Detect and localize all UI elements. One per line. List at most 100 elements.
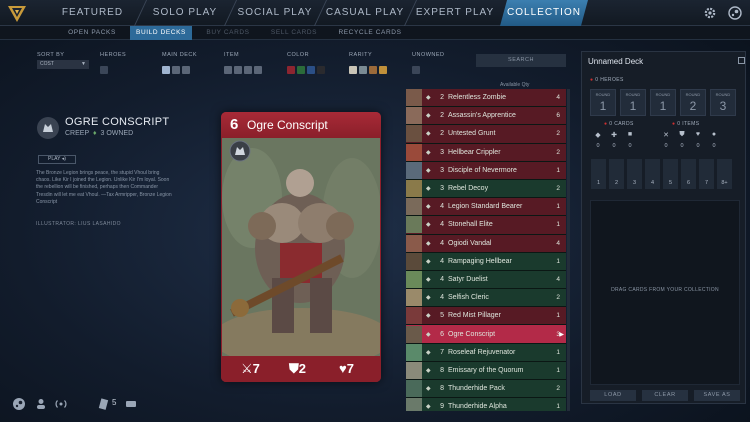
- card-thumbnail: [406, 270, 422, 288]
- row-card-name: Assassin's Apprentice: [448, 112, 516, 120]
- subnav-open-packs[interactable]: OPEN PACKS: [62, 26, 122, 40]
- card-type-icon: ◆: [426, 276, 431, 283]
- black-color-filter[interactable]: [317, 66, 325, 74]
- sort-value: COST: [40, 61, 54, 67]
- nav-solo-play[interactable]: SOLO PLAY: [145, 0, 225, 26]
- item-filter-label: ITEM: [224, 52, 240, 58]
- card-list-row[interactable]: ◆ 9 Thunderhide Alpha 1: [406, 398, 566, 411]
- card-list-row[interactable]: ◆ 4 Satyr Duelist 4: [406, 270, 566, 290]
- card-thumbnail: [406, 343, 422, 361]
- card-list-row[interactable]: ◆ 6 Ogre Conscript 3 ▶: [406, 325, 566, 344]
- card-list-row[interactable]: ◆ 3 Hellbear Crippler 2: [406, 143, 566, 162]
- blue-color-filter[interactable]: [307, 66, 315, 74]
- card-lore: The Bronze Legion brings peace, the stup…: [36, 170, 172, 205]
- card-thumbnail: [406, 398, 422, 411]
- card-list-row[interactable]: ◆ 4 Rampaging Hellbear 1: [406, 252, 566, 271]
- subnav-buy-cards[interactable]: BUY CARDS: [198, 26, 258, 40]
- row-mana-cost: 6: [440, 330, 444, 338]
- copy-icon[interactable]: [738, 57, 745, 64]
- clear-button[interactable]: CLEAR: [642, 390, 688, 401]
- sort-dropdown[interactable]: COST ▼: [37, 60, 89, 69]
- card-list-row[interactable]: ◆ 4 Legion Standard Bearer 1: [406, 198, 566, 217]
- red-color-filter[interactable]: [287, 66, 295, 74]
- subnav-sell-cards[interactable]: SELL CARDS: [264, 26, 324, 40]
- deck-title[interactable]: Unnamed Deck: [588, 57, 643, 66]
- consumable-filter-icon[interactable]: [254, 66, 262, 74]
- uncommon-rarity-filter[interactable]: [369, 66, 377, 74]
- gear-icon[interactable]: [703, 6, 717, 20]
- round-slot[interactable]: ROUND 1: [620, 89, 646, 116]
- card-thumbnail: [406, 161, 422, 179]
- nav-social-play[interactable]: SOCIAL PLAY: [235, 0, 315, 26]
- common-rarity-filter[interactable]: [359, 66, 367, 74]
- search-input[interactable]: SEARCH: [476, 54, 566, 67]
- card-list-row[interactable]: ◆ 8 Thunderhide Pack 2: [406, 380, 566, 399]
- card-header: 6 Ogre Conscript: [221, 112, 381, 138]
- card-list-row[interactable]: ◆ 8 Emissary of the Quorum 1: [406, 361, 566, 380]
- play-voice-button[interactable]: PLAY ◂): [38, 155, 76, 164]
- card-type-icon: ◆: [426, 349, 431, 356]
- hero-filter-toggle[interactable]: [100, 66, 108, 74]
- card-list-row[interactable]: ◆ 4 Stonehall Elite 1: [406, 216, 566, 235]
- row-available-qty: 3: [556, 330, 560, 338]
- card-list-row[interactable]: ◆ 5 Red Mist Pillager 1: [406, 307, 566, 326]
- round-label: ROUND: [715, 92, 731, 97]
- friends-icon[interactable]: [34, 397, 48, 411]
- subnav-build-decks[interactable]: BUILD DECKS: [130, 26, 192, 40]
- nav-expert-play[interactable]: EXPERT PLAY: [415, 0, 495, 26]
- steam-icon[interactable]: [12, 397, 26, 411]
- card-list-row[interactable]: ◆ 4 Ogiodi Vandal 4: [406, 234, 566, 253]
- steam-icon[interactable]: [728, 6, 742, 20]
- accessory-filter-icon[interactable]: [244, 66, 252, 74]
- weapon-count: 0: [664, 143, 668, 149]
- heart-icon: ♥: [339, 361, 347, 376]
- card-packs-icon[interactable]: [96, 397, 110, 411]
- improvement-count-icon: ■: [627, 131, 633, 138]
- card-thumbnail: [406, 143, 422, 161]
- round-slot[interactable]: ROUND 3: [710, 89, 736, 116]
- card-list-row[interactable]: ◆ 3 Disciple of Nevermore 1: [406, 161, 566, 180]
- deck-drop-area[interactable]: DRAG CARDS FROM YOUR COLLECTION: [590, 200, 740, 385]
- weapon-filter-icon[interactable]: [224, 66, 232, 74]
- nav-collection[interactable]: COLLECTION: [500, 0, 588, 26]
- card-list-row[interactable]: ◆ 4 Selfish Cleric 2: [406, 289, 566, 308]
- improvement-filter-icon[interactable]: [182, 66, 190, 74]
- round-number: 1: [659, 99, 667, 113]
- main-deck-filter: [162, 61, 192, 74]
- round-slot[interactable]: ROUND 1: [590, 89, 616, 116]
- subnav-recycle-cards[interactable]: RECYCLE CARDS: [332, 26, 408, 40]
- artifact-logo-icon[interactable]: [6, 2, 28, 24]
- card-list-row[interactable]: ◆ 2 Relentless Zombie 4: [406, 89, 566, 108]
- consumable-count-icon: ●: [711, 131, 717, 138]
- row-available-qty: 4: [556, 239, 560, 247]
- card-list-scrollbar[interactable]: [567, 89, 570, 411]
- mana-cost-label: 3: [632, 180, 637, 186]
- rare-rarity-filter[interactable]: [379, 66, 387, 74]
- green-color-filter[interactable]: [297, 66, 305, 74]
- card-type-icon: ◆: [426, 367, 431, 374]
- alert-icon: ●: [604, 121, 608, 127]
- card-list-row[interactable]: ◆ 2 Assassin's Apprentice 6: [406, 107, 566, 126]
- color-filter-label: COLOR: [287, 52, 310, 58]
- basic-rarity-filter[interactable]: [349, 66, 357, 74]
- save-as-button[interactable]: SAVE AS: [694, 390, 740, 401]
- row-mana-cost: 3: [440, 185, 444, 193]
- row-available-qty: 2: [556, 385, 560, 393]
- round-slot[interactable]: ROUND 1: [650, 89, 676, 116]
- card-list-row[interactable]: ◆ 7 Roseleaf Rejuvenator 1: [406, 343, 566, 362]
- load-button[interactable]: LOAD: [590, 390, 636, 401]
- card-list-row[interactable]: ◆ 2 Untested Grunt 2: [406, 125, 566, 144]
- nav-casual-play[interactable]: CASUAL PLAY: [325, 0, 405, 26]
- armor-filter-icon[interactable]: [234, 66, 242, 74]
- card-list-row[interactable]: ◆ 3 Rebel Decoy 2: [406, 179, 566, 199]
- tickets-icon[interactable]: [124, 397, 138, 411]
- unowned-toggle[interactable]: [412, 66, 420, 74]
- nav-featured[interactable]: FEATURED: [55, 0, 130, 26]
- creep-count-icon: ◆: [595, 132, 601, 139]
- creep-filter-icon[interactable]: [162, 66, 170, 74]
- sword-icon: ⚔: [241, 361, 253, 376]
- broadcast-icon[interactable]: [54, 397, 68, 411]
- row-card-name: Stonehall Elite: [448, 221, 493, 229]
- round-slot[interactable]: ROUND 2: [680, 89, 706, 116]
- spell-filter-icon[interactable]: [172, 66, 180, 74]
